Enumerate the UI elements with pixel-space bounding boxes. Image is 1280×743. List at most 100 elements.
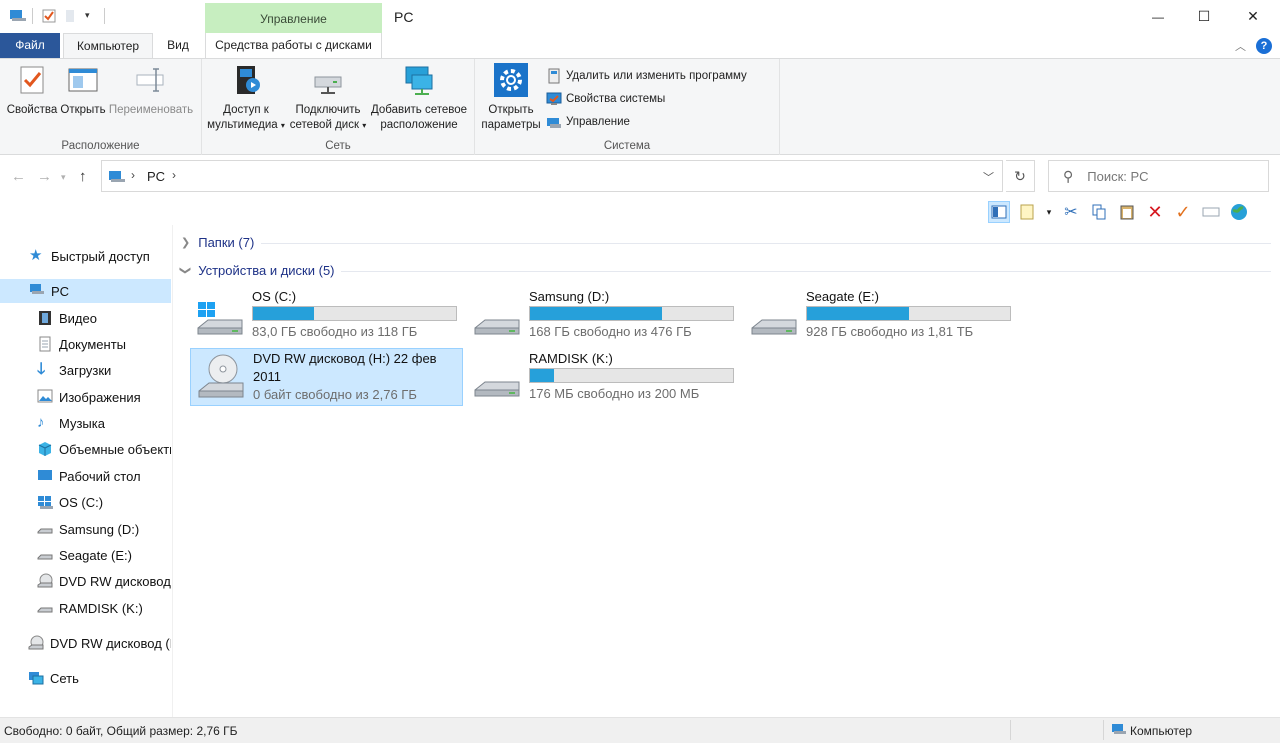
group-network: Доступ к мультимедиа ▾ Подключить сетево… <box>202 59 475 155</box>
drive-usage-bar <box>529 368 734 383</box>
drive-tile-os-c[interactable]: OS (C:) 83,0 ГБ свободно из 118 ГБ <box>190 286 463 344</box>
nav-network[interactable]: Сеть <box>0 666 171 690</box>
up-icon[interactable]: ↑ <box>79 168 87 185</box>
delete-icon[interactable]: ✕ <box>1144 201 1166 223</box>
close-button[interactable]: ✕ <box>1230 0 1276 33</box>
search-icon: ⚲ <box>1063 167 1074 184</box>
properties-button[interactable]: Свойства <box>6 63 58 118</box>
chevron-right-icon: ❯ <box>181 237 191 249</box>
paste-icon[interactable] <box>1116 201 1138 223</box>
system-properties-button[interactable]: Свойства системы <box>546 91 665 107</box>
nav-item-os-c[interactable]: OS (C:) <box>0 490 171 514</box>
desktop-icon <box>37 468 53 484</box>
tab-disk-tools[interactable]: Средства работы с дисками <box>205 33 382 58</box>
drive-tile-ramdisk-k[interactable]: RAMDISK (K:) 176 МБ свободно из 200 МБ <box>467 348 740 406</box>
nav-item-label: Документы <box>59 336 127 352</box>
help-icon[interactable]: ? <box>1256 38 1272 54</box>
customize-qa-dropdown-icon[interactable]: ▾ <box>85 10 101 26</box>
nav-item-music[interactable]: ♪ Музыка <box>0 411 171 435</box>
group-location: Свойства Открыть Переименовать Расположе… <box>0 59 202 155</box>
collapse-ribbon-icon[interactable]: ︿ <box>1235 38 1246 54</box>
settings-gear-icon <box>494 63 528 97</box>
properties-icon <box>15 63 49 97</box>
ribbon: Свойства Открыть Переименовать Расположе… <box>0 58 1280 155</box>
nav-item-downloads[interactable]: 🡓 Загрузки <box>0 358 171 382</box>
breadcrumb-pc[interactable]: PC <box>147 169 165 184</box>
search-placeholder: Поиск: PC <box>1087 168 1149 184</box>
new-folder-qa-icon[interactable] <box>64 8 80 24</box>
tab-view[interactable]: Вид <box>160 33 196 58</box>
search-box[interactable]: ⚲ Поиск: PC <box>1048 160 1269 192</box>
tab-file[interactable]: Файл <box>0 33 60 58</box>
nav-item-seagate-e[interactable]: Seagate (E:) <box>0 543 171 567</box>
section-devices-label: Устройства и диски (5) <box>198 263 335 278</box>
status-text: Свободно: 0 байт, Общий размер: 2,76 ГБ <box>4 724 238 738</box>
status-bar: Свободно: 0 байт, Общий размер: 2,76 ГБ … <box>0 717 1280 743</box>
section-folders[interactable]: ❯ Папки (7) <box>181 235 1271 250</box>
add-network-location-button[interactable]: Добавить сетевое расположение <box>370 63 468 133</box>
network-icon <box>28 670 44 686</box>
3d-objects-icon <box>37 441 53 457</box>
address-bar[interactable]: › PC › ﹀ <box>101 160 1003 192</box>
nav-item-desktop[interactable]: Рабочий стол <box>0 464 171 488</box>
address-dropdown-icon[interactable]: ﹀ <box>983 169 994 185</box>
refresh-button[interactable]: ↻ <box>1006 160 1035 192</box>
nav-quick-access-label: Быстрый доступ <box>51 248 150 264</box>
breadcrumb-separator-icon[interactable]: › <box>172 168 176 182</box>
properties-qa-icon[interactable] <box>41 8 57 24</box>
nav-item-pictures[interactable]: Изображения <box>0 385 171 409</box>
drive-icon <box>750 300 798 336</box>
media-icon <box>229 63 263 97</box>
nav-item-label: Объемные объекты <box>59 441 171 457</box>
drive-tile-seagate-e[interactable]: Seagate (E:) 928 ГБ свободно из 1,81 ТБ <box>744 286 1017 344</box>
drive-free-space: 928 ГБ свободно из 1,81 ТБ <box>806 324 974 339</box>
accept-icon[interactable]: ✓ <box>1172 201 1194 223</box>
pc-icon <box>9 8 26 24</box>
add-network-label-2: расположение <box>380 119 458 131</box>
copy-icon[interactable] <box>1088 201 1110 223</box>
nav-quick-access[interactable]: ★ Быстрый доступ <box>0 244 171 268</box>
nav-item-3d-objects[interactable]: Объемные объекты <box>0 437 171 461</box>
uninstall-program-button[interactable]: Удалить или изменить программу <box>546 68 747 84</box>
media-access-button[interactable]: Доступ к мультимедиа ▾ <box>206 63 286 133</box>
preview-pane-icon[interactable] <box>988 201 1010 223</box>
nav-item-video[interactable]: Видео <box>0 306 171 330</box>
chevron-down-icon: ❯ <box>179 265 192 276</box>
nav-item-label: RAMDISK (K:) <box>59 600 143 616</box>
nav-item-documents[interactable]: Документы <box>0 332 171 356</box>
separator <box>32 8 33 24</box>
open-button[interactable]: Открыть <box>59 63 107 118</box>
nav-pc[interactable]: PC <box>0 279 171 303</box>
drive-tile-samsung-d[interactable]: Samsung (D:) 168 ГБ свободно из 476 ГБ <box>467 286 740 344</box>
nav-item-ramdisk-k[interactable]: RAMDISK (K:) <box>0 596 171 620</box>
forward-icon[interactable]: → <box>37 168 52 185</box>
nav-item-dvd-h[interactable]: DVD RW дисковод (H:) 22 фев 2011 <box>0 569 171 593</box>
recent-locations-icon[interactable]: ▾ <box>61 172 66 183</box>
drive-icon <box>37 521 53 537</box>
tab-computer[interactable]: Компьютер <box>63 33 153 59</box>
windows-drive-icon <box>196 300 244 336</box>
drive-icon <box>37 600 53 616</box>
system-properties-icon <box>546 91 562 107</box>
section-devices[interactable]: ❯ Устройства и диски (5) <box>179 263 1271 278</box>
drive-name: OS (C:) <box>252 289 297 304</box>
globe-icon[interactable] <box>1228 201 1250 223</box>
details-pane-icon[interactable] <box>1016 201 1038 223</box>
toolbar-dropdown-icon[interactable]: ▾ <box>1044 201 1054 223</box>
rename-button[interactable]: Переименовать <box>108 63 194 118</box>
nav-dvd-root[interactable]: DVD RW дисковод (H:) 22 фев 2011 <box>0 631 171 655</box>
manage-button[interactable]: Управление <box>546 114 630 130</box>
nav-item-samsung-d[interactable]: Samsung (D:) <box>0 517 171 541</box>
drive-tile-dvd-h[interactable]: DVD RW дисковод (H:) 22 фев 2011 0 байт … <box>190 348 463 406</box>
minimize-button[interactable]: — <box>1135 0 1181 33</box>
map-drive-button[interactable]: Подключить сетевой диск ▾ <box>288 63 368 133</box>
drive-icon <box>37 547 53 563</box>
section-divider <box>261 243 1271 244</box>
quick-toolbar: ▾ ✂ ✕ ✓ <box>988 199 1250 225</box>
maximize-button[interactable]: ☐ <box>1181 0 1227 33</box>
back-icon[interactable]: ← <box>11 168 26 185</box>
breadcrumb-separator-icon[interactable]: › <box>131 168 135 182</box>
open-settings-button[interactable]: Открыть параметры <box>479 63 543 133</box>
rename-toolbar-icon[interactable] <box>1200 201 1222 223</box>
cut-icon[interactable]: ✂ <box>1060 201 1082 223</box>
